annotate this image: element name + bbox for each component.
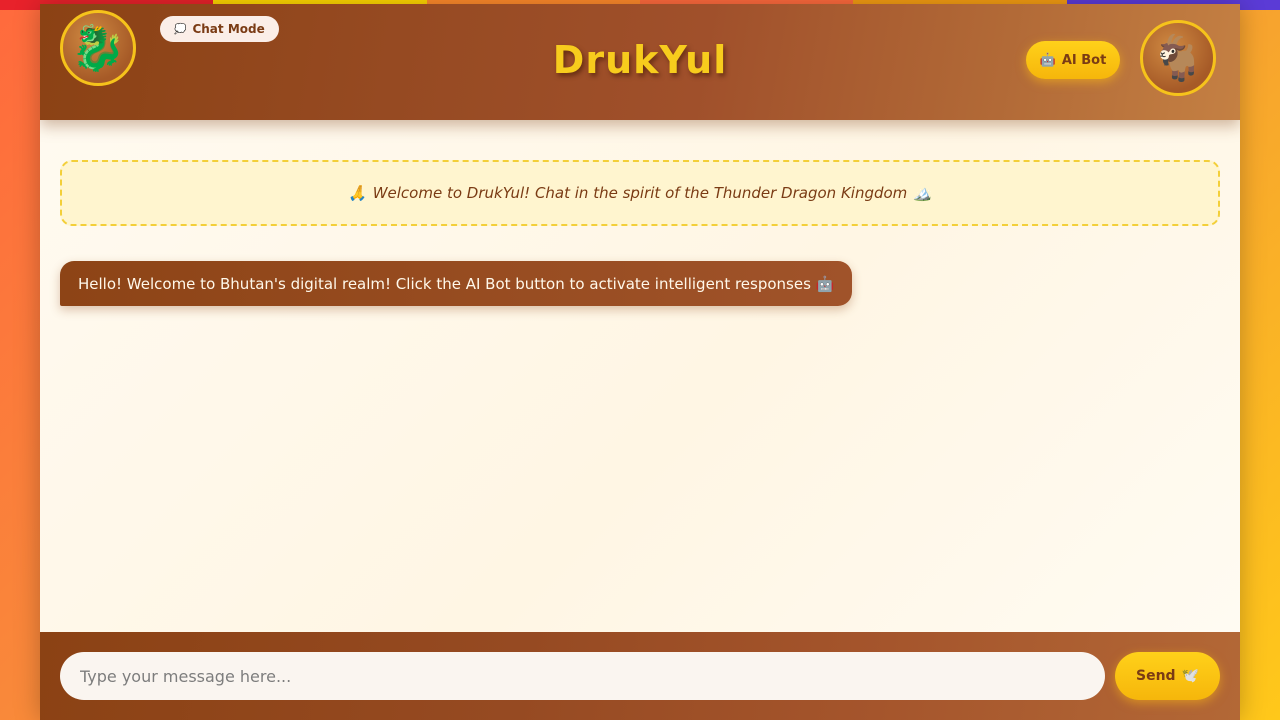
chat-messages-area[interactable]: 🙏 Welcome to DrukYul! Chat in the spirit…: [40, 120, 1240, 632]
send-label: Send: [1135, 668, 1176, 684]
takin-emblem-glyph: 🐐: [1150, 33, 1206, 84]
folded-hands-icon: 🙏: [348, 184, 367, 202]
welcome-text: Welcome to DrukYul! Chat in the spirit o…: [372, 184, 908, 202]
bot-message-bubble: Hello! Welcome to Bhutan's digital realm…: [60, 261, 853, 306]
app-header: 🐉 💭 Chat Mode DrukYul 🤖 AI Bot 🐐: [40, 4, 1240, 120]
message-text: Hello! Welcome to Bhutan's digital realm…: [78, 274, 835, 293]
mountain-icon: 🏔️: [913, 184, 932, 202]
send-button[interactable]: Send 🕊️: [1115, 652, 1220, 700]
takin-goat-icon: 🐐: [1140, 20, 1216, 96]
chat-mode-label: Chat Mode: [192, 22, 265, 36]
message-composer: Send 🕊️: [40, 632, 1240, 720]
thought-bubble-icon: 💭: [174, 23, 187, 35]
dove-icon: 🕊️: [1181, 668, 1199, 684]
welcome-banner: 🙏 Welcome to DrukYul! Chat in the spirit…: [60, 160, 1220, 226]
chat-app-window: 🐉 💭 Chat Mode DrukYul 🤖 AI Bot 🐐 🙏 Welco…: [40, 4, 1240, 720]
robot-icon: 🤖: [1039, 52, 1056, 68]
message-input[interactable]: [60, 652, 1105, 700]
ai-bot-label: AI Bot: [1061, 52, 1107, 68]
ai-bot-button[interactable]: 🤖 AI Bot: [1026, 41, 1120, 79]
